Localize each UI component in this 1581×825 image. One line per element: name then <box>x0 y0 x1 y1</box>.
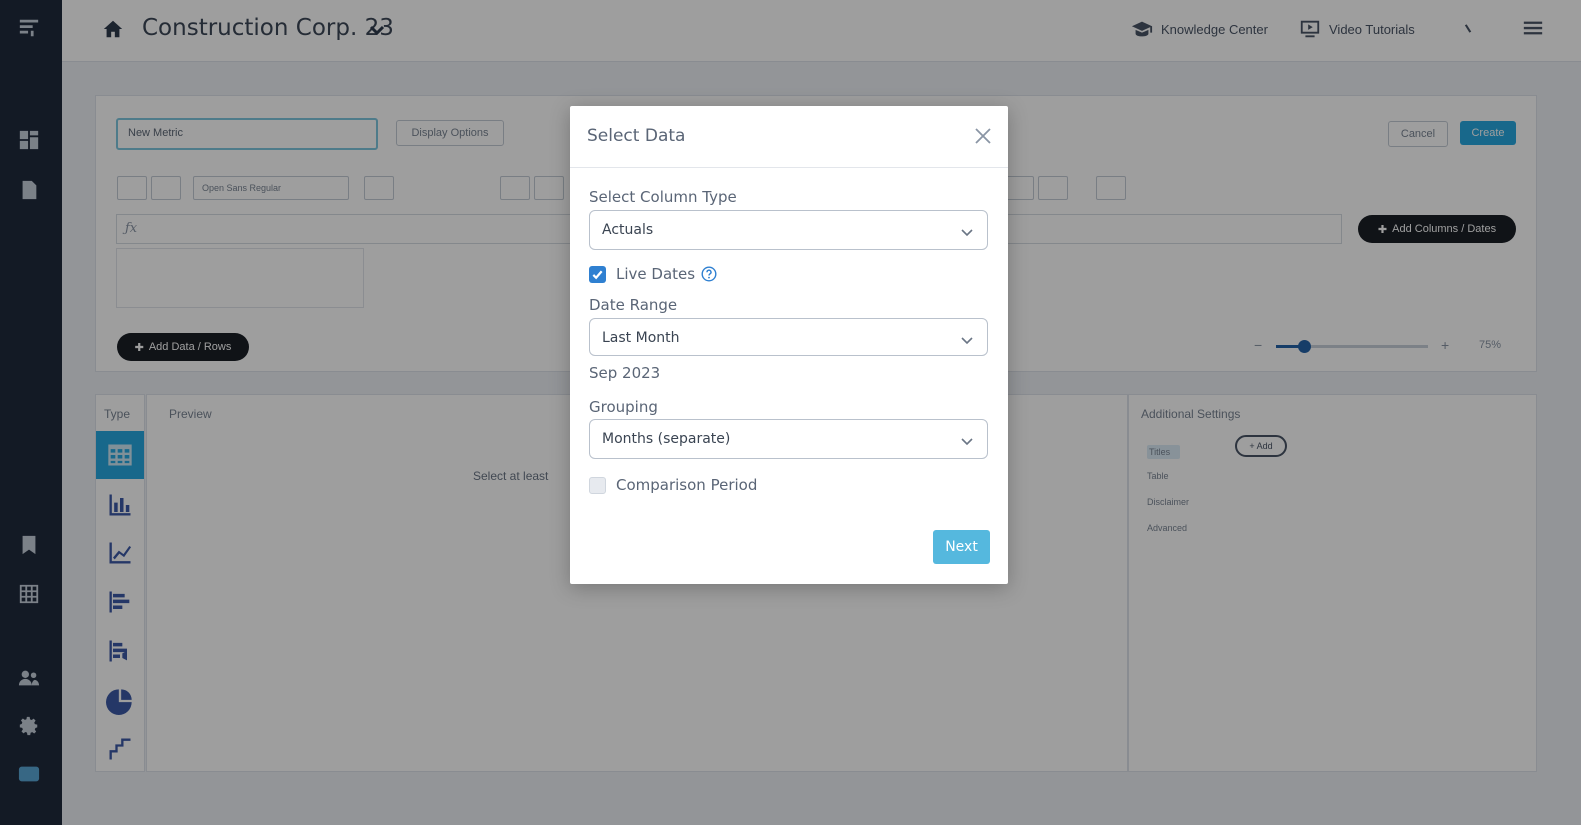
date-range-value: Last Month <box>602 330 680 346</box>
comparison-period-label[interactable]: Comparison Period <box>616 476 757 494</box>
chevron-down-icon <box>959 332 975 348</box>
date-range-display: Sep 2023 <box>589 364 661 382</box>
column-type-value: Actuals <box>602 222 654 238</box>
checkmark-icon <box>592 270 603 280</box>
comparison-period-checkbox[interactable] <box>589 477 606 494</box>
grouping-value: Months (separate) <box>602 431 731 447</box>
question-circle-icon[interactable] <box>701 266 717 282</box>
column-type-label: Select Column Type <box>589 188 737 206</box>
modal-header: Select Data <box>570 106 1008 168</box>
column-type-select[interactable]: Actuals <box>589 210 988 250</box>
modal-title: Select Data <box>587 126 686 146</box>
select-data-modal: Select Data Select Column Type Actuals L… <box>570 106 1008 584</box>
date-range-select[interactable]: Last Month <box>589 318 988 356</box>
next-button[interactable]: Next <box>933 530 990 564</box>
chevron-down-icon <box>959 433 975 449</box>
date-range-label: Date Range <box>589 296 678 314</box>
grouping-select[interactable]: Months (separate) <box>589 419 988 459</box>
grouping-label: Grouping <box>589 398 658 416</box>
chevron-down-icon <box>959 224 975 240</box>
live-dates-label[interactable]: Live Dates <box>616 265 695 283</box>
live-dates-checkbox[interactable] <box>589 266 606 283</box>
close-icon[interactable] <box>973 126 993 146</box>
